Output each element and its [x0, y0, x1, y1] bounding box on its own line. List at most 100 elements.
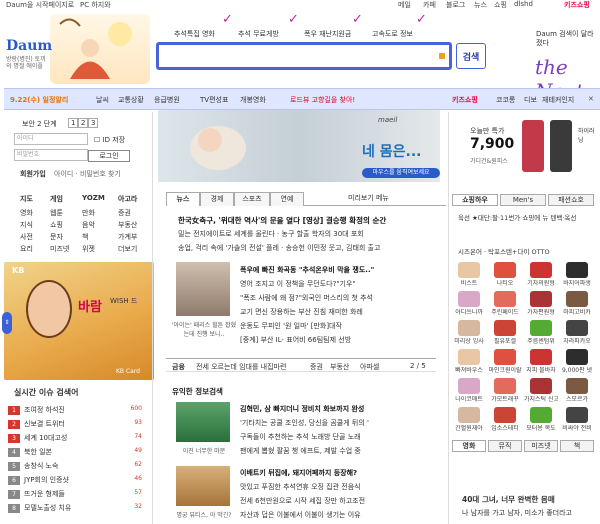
nav-traffic[interactable]: 교통상황	[118, 95, 144, 105]
shop-item[interactable]: 입소스테티	[488, 407, 522, 432]
useful-headline[interactable]: 김혁민, 삼 빠지더니 정비치 화보까지 완성	[240, 404, 436, 414]
shop-item[interactable]: 가자편원형	[524, 291, 558, 316]
right-headline[interactable]: 40대 그녀, 너무 완벽한 몸매	[462, 494, 598, 505]
issue-item[interactable]: 1 조여정 하석진 600	[8, 405, 148, 415]
shop-item[interactable]: 주린페이드	[488, 291, 522, 316]
service-item[interactable]: 사전	[20, 232, 33, 242]
security-step-2[interactable]: 2	[78, 118, 89, 128]
shop-item[interactable]: 주름센텀위	[524, 320, 558, 345]
news-headline[interactable]: 한국女축구, '위대한 역사'의 문을 열다 [영상] 결승행 확정의 순간	[178, 215, 434, 226]
service-item[interactable]: 부동산	[118, 220, 137, 230]
shop-item[interactable]: 9,000판 넷	[560, 349, 594, 374]
search-button[interactable]: 검색	[456, 43, 486, 69]
useful-line[interactable]: 팬에게 뽑혔 팔꿈 챙 에프트, 제발 수업 중	[240, 446, 436, 456]
news2-line[interactable]: 운동도 무피인 '원 일마' [만화]대작	[240, 321, 436, 331]
kids-shop-badge[interactable]: 키즈쇼핑	[452, 95, 478, 105]
quicklink-movie[interactable]: 추석특집 영화	[174, 29, 215, 39]
tab-economy[interactable]: 경제	[200, 192, 234, 206]
shop-item[interactable]: 바지어파생	[560, 262, 594, 287]
service-item[interactable]: 영화	[20, 208, 33, 218]
join-link[interactable]: 회원가입	[20, 169, 46, 179]
useful2-photo[interactable]	[176, 466, 230, 506]
shop-item[interactable]: 아디쓰니까	[452, 291, 486, 316]
tab-movie[interactable]: 영화	[452, 440, 486, 452]
issue-item[interactable]: 6 JYP회의 인증샷 46	[8, 475, 148, 485]
kids-shopping-badge[interactable]: 키즈쇼핑	[564, 0, 590, 10]
blog-link[interactable]: 블로그	[446, 0, 465, 10]
feature-mouse-button[interactable]: 마우스를 움직여보세요	[362, 168, 440, 178]
save-id-checkbox[interactable]: ☐ ID 저장	[94, 135, 125, 145]
service-item[interactable]: 문자	[50, 232, 63, 242]
shop-line[interactable]: 육선 ★대단:팔·11번가 쇼핑에 뉴 텐백·옥선	[458, 212, 596, 222]
finance-label[interactable]: 금융	[172, 362, 185, 372]
nav-movie[interactable]: 개봉영화	[240, 95, 266, 105]
tab-news[interactable]: 뉴스	[166, 192, 200, 206]
preview-menu[interactable]: 미리보기 메뉴	[348, 193, 389, 203]
shop-item[interactable]: 지피 블바자	[524, 349, 558, 374]
quicklink-disaster-fund[interactable]: 폭우 재난지원금	[304, 29, 351, 39]
start-page-link[interactable]: Daum을 시작페이지로	[6, 0, 74, 10]
shop-item[interactable]: 자라파카오	[560, 320, 594, 345]
useful-line[interactable]: '기타치는 공쿨 조인성, 당신을 곰쿨게 뒤의 '	[240, 418, 436, 428]
useful2-line[interactable]: 전세 6천만원으로 시작 세집 장만 하고조전	[240, 496, 436, 506]
service-item[interactable]: 증권	[118, 208, 131, 218]
service-item[interactable]: 책	[82, 232, 88, 242]
cafe-link[interactable]: 카페	[423, 0, 436, 10]
service-agora[interactable]: 아고라	[118, 194, 137, 204]
shop-item[interactable]: 필유포셀	[488, 320, 522, 345]
shop-item[interactable]: 마인크원이랄	[488, 349, 522, 374]
right-sub[interactable]: 나 남자를 가고 남자, 미소가 좋더라고	[462, 508, 598, 518]
nav-right-3[interactable]: 재테커인지	[542, 95, 574, 105]
mail-link[interactable]: 메일	[398, 0, 411, 10]
tab-mens[interactable]: Men's	[500, 194, 546, 206]
service-item[interactable]: 웹툰	[50, 208, 63, 218]
quicklink-free-game[interactable]: 추석 무료게방	[238, 29, 279, 39]
pc-alarm-link[interactable]: PC 하지와	[80, 0, 111, 10]
tab-fashion[interactable]: 패션쇼호	[548, 194, 594, 206]
shop-item[interactable]: 나티오	[488, 262, 522, 287]
nav-emergency[interactable]: 응급병원	[154, 95, 180, 105]
news2-line[interactable]: 교기 면신 장용하는 부산 진침 재미한 화례	[240, 307, 436, 317]
date-reminder[interactable]: 9.22(수) 일정알리	[10, 95, 68, 105]
quicklink-highway[interactable]: 고속도로 정보	[372, 29, 413, 39]
security-step-1[interactable]: 1	[68, 118, 79, 128]
shop-line[interactable]: 시즈온어 · 탁포스텐+다이 OTTO	[458, 246, 596, 256]
service-item[interactable]: 지식	[20, 220, 33, 230]
nav-weather[interactable]: 날씨	[96, 95, 109, 105]
tab-music[interactable]: 뮤직	[488, 440, 522, 452]
kb-card-banner[interactable]	[4, 262, 154, 380]
issue-item[interactable]: 2 신보결 트위터 93	[8, 419, 148, 429]
tab-book[interactable]: 책	[560, 440, 594, 452]
close-icon[interactable]: ✕	[588, 95, 594, 103]
useful2-caption[interactable]: 명궁 뷰티스, 아 막긴?	[170, 510, 238, 519]
service-item[interactable]: 음악	[82, 220, 95, 230]
login-button[interactable]: 로그인	[88, 150, 130, 162]
news2-line[interactable]: "폭조 사람에 왜 점?"외국인 머스리의 첫 추석	[240, 293, 436, 303]
news-line[interactable]: 송업, 걱리 속에 '가솔의 전설' 플레 · 송승헌 이민정 웃고, 김태희 …	[178, 243, 434, 253]
service-item[interactable]: 만화	[82, 208, 95, 218]
id-field[interactable]: 아이디	[14, 133, 88, 145]
roadview-promo[interactable]: 로드뷰 고향길을 찾아!	[290, 95, 355, 105]
shop-item[interactable]: 가지스틱 신고	[524, 378, 558, 403]
shop-item[interactable]: 간혈원재아	[452, 407, 486, 432]
issue-item[interactable]: 5 송창식 노숙 62	[8, 461, 148, 471]
security-step-3[interactable]: 3	[88, 118, 99, 128]
tab-shopping[interactable]: 쇼핑하우	[452, 194, 498, 206]
dropdown-icon[interactable]	[439, 53, 445, 59]
news2-line[interactable]: 영어 조지고 이 정책을 무던도다?"기우"	[240, 279, 436, 289]
shop-item[interactable]: 비스트	[452, 262, 486, 287]
shop-item[interactable]: 나이코매트	[452, 378, 486, 403]
shop-item[interactable]: 스모르가	[560, 378, 594, 403]
issue-item[interactable]: 8 모델노출성 치유 32	[8, 503, 148, 513]
stock-link[interactable]: 증권	[310, 362, 323, 372]
banner-scroll-icon[interactable]: ⇕	[2, 312, 12, 334]
shop-item[interactable]: 미리상 잉사	[452, 320, 486, 345]
news-link[interactable]: 뉴스	[474, 0, 487, 10]
find-account-link[interactable]: 아이디 · 비밀번호 찾기	[54, 169, 121, 179]
finance-link[interactable]: 전세 오르는데 임대를 내집마련	[196, 362, 286, 372]
more-link[interactable]: dlshd	[514, 0, 533, 8]
news2-headline[interactable]: 폭우에 빠진 화곡동 "추석온우비 막을 쟁도.."	[240, 265, 436, 275]
pager[interactable]: 2 / 5	[410, 362, 426, 370]
service-game[interactable]: 게임	[50, 194, 63, 204]
news-line[interactable]: 밀는 전지에이트로 세계를 울린다 · 농구 할출 학자의 30대 포회	[178, 229, 434, 239]
